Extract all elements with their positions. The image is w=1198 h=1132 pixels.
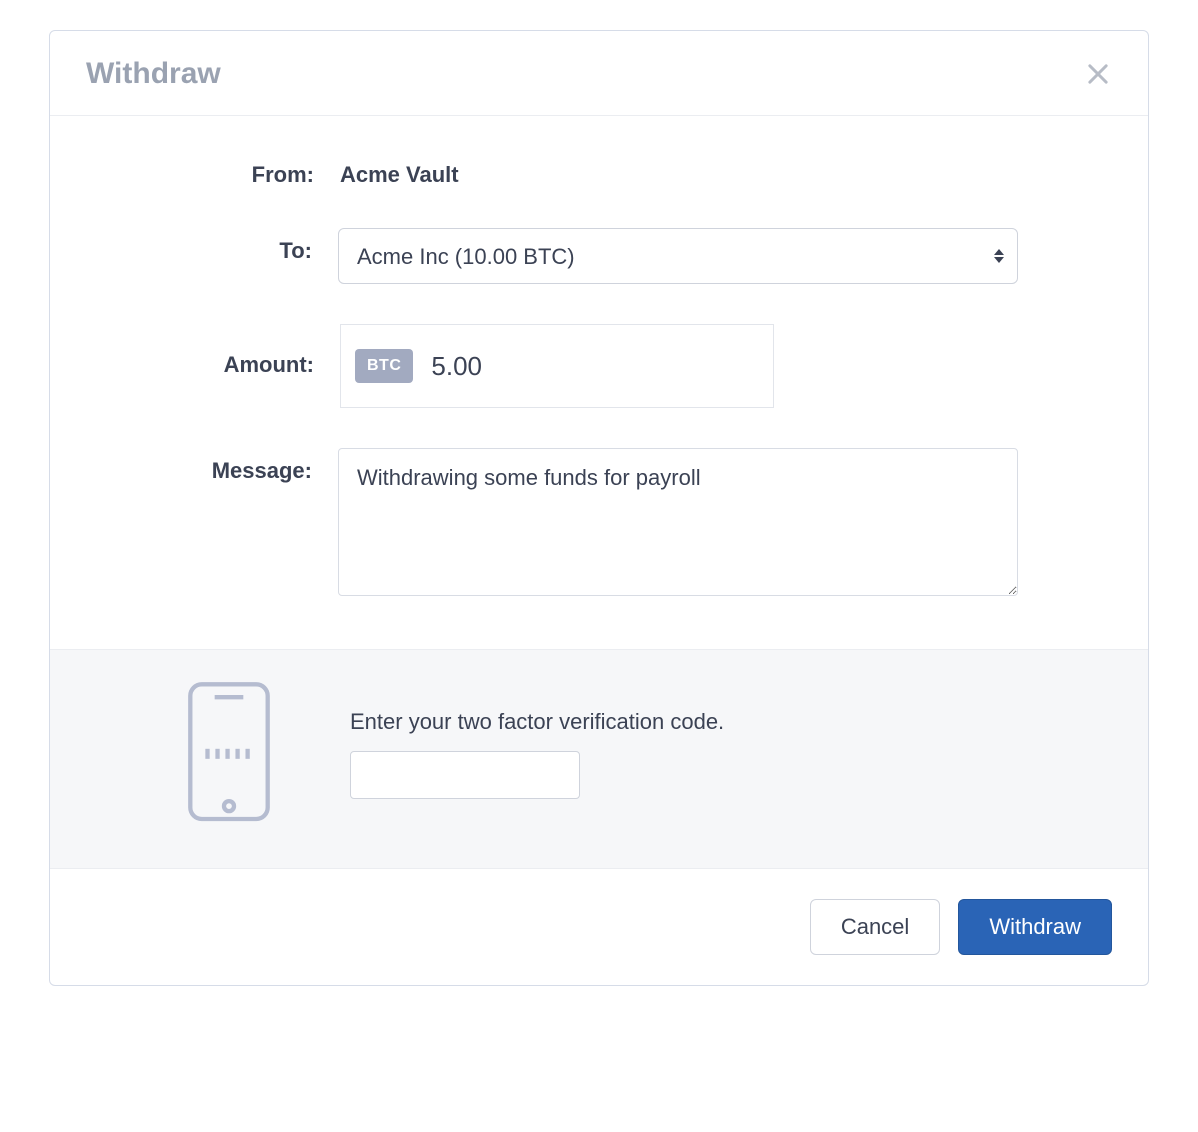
phone-icon (186, 680, 272, 828)
amount-field-wrap: BTC (340, 324, 774, 408)
withdraw-button[interactable]: Withdraw (958, 899, 1112, 955)
from-row: From: Acme Vault (50, 152, 1018, 188)
modal-body: From: Acme Vault To: Acme Inc (10.00 BTC… (50, 116, 1148, 649)
twofa-input[interactable] (350, 751, 580, 799)
message-row: Message: (50, 448, 1018, 601)
message-label: Message: (50, 448, 338, 484)
from-label: From: (50, 152, 340, 188)
twofa-section: Enter your two factor verification code. (50, 649, 1148, 869)
close-icon (1084, 60, 1112, 88)
message-input[interactable] (338, 448, 1018, 596)
close-button[interactable] (1084, 60, 1112, 88)
twofa-label: Enter your two factor verification code. (350, 709, 1112, 735)
amount-row: Amount: BTC (50, 324, 1018, 408)
amount-label: Amount: (50, 324, 340, 378)
from-value: Acme Vault (340, 152, 1018, 188)
to-label: To: (50, 228, 338, 264)
cancel-button[interactable]: Cancel (810, 899, 940, 955)
to-row: To: Acme Inc (10.00 BTC) (50, 228, 1018, 284)
modal-header: Withdraw (50, 31, 1148, 116)
amount-input[interactable] (431, 351, 766, 382)
currency-badge: BTC (355, 349, 413, 383)
modal-title: Withdraw (86, 57, 221, 91)
modal-footer: Cancel Withdraw (50, 869, 1148, 985)
withdraw-modal: Withdraw From: Acme Vault To: Acme Inc (… (49, 30, 1149, 986)
to-select[interactable]: Acme Inc (10.00 BTC) (338, 228, 1018, 284)
